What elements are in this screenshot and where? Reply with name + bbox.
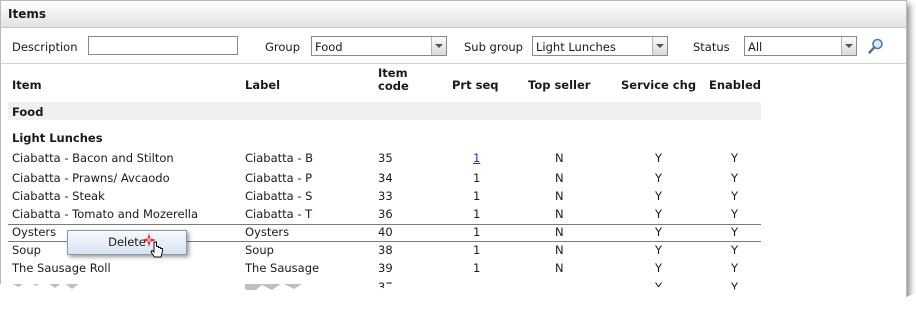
- pointer-hand-cursor-icon: [150, 241, 163, 258]
- subgroup-label: Sub group: [464, 40, 523, 54]
- cell-prt-seq: 1: [473, 225, 481, 239]
- cell-label: Ciabatta - S: [245, 189, 313, 203]
- col-header-service-chg[interactable]: Service chg: [621, 79, 696, 92]
- cell-enabled: Y: [731, 189, 739, 203]
- cell-prt-seq: 1: [473, 171, 481, 185]
- cell-item-code: 33: [378, 189, 393, 203]
- cell-item: Soup: [12, 243, 41, 257]
- cell-item: The Sausage Roll: [12, 261, 111, 275]
- cell-prt-seq: 1: [473, 189, 481, 203]
- cell-top-seller: N: [555, 171, 564, 185]
- cell-enabled: Y: [731, 261, 739, 275]
- cell-enabled: Y: [731, 225, 739, 239]
- cell-item: Oysters: [12, 225, 57, 239]
- status-label: Status: [693, 40, 730, 54]
- subgroup-name: Light Lunches: [12, 131, 103, 145]
- cell-enabled: Y: [731, 207, 739, 221]
- cell-item: Ciabatta - Prawns/ Avcaodo: [12, 171, 170, 185]
- torn-edge: [0, 280, 916, 320]
- group-header-row: Food: [8, 102, 761, 120]
- prt-seq-link[interactable]: 1: [473, 151, 480, 165]
- cell-service-chg: Y: [655, 171, 663, 185]
- chevron-down-icon[interactable]: [652, 37, 667, 55]
- panel-title: Items: [8, 7, 46, 21]
- cell-item-code: 34: [378, 171, 393, 185]
- cell-top-seller: N: [555, 207, 564, 221]
- cell-label: Ciabatta - B: [245, 151, 314, 165]
- cell-enabled: Y: [731, 151, 739, 165]
- cell-service-chg: Y: [655, 151, 663, 165]
- col-header-prt-seq[interactable]: Prt seq: [452, 79, 498, 92]
- cell-item: Ciabatta - Tomato and Mozerella: [12, 207, 199, 221]
- cell-top-seller: N: [555, 243, 564, 257]
- col-header-item-code[interactable]: Item code: [378, 67, 409, 93]
- cell-label: The Sausage: [245, 261, 320, 275]
- cell-prt-seq: 1: [473, 243, 481, 257]
- cell-item-code: 35: [378, 151, 393, 165]
- cell-label: Soup: [245, 243, 274, 257]
- cell-item: Ciabatta - Steak: [12, 189, 105, 203]
- cell-label: Ciabatta - P: [245, 171, 313, 185]
- items-panel: Items Description Group Food Sub group L…: [0, 0, 907, 302]
- cell-top-seller: N: [555, 151, 564, 165]
- context-menu: Delete: [67, 230, 187, 255]
- cell-service-chg: Y: [655, 207, 663, 221]
- cell-service-chg: Y: [655, 261, 663, 275]
- status-select-value: All: [748, 40, 763, 54]
- delete-menu-item[interactable]: Delete: [68, 234, 186, 251]
- cell-label: Ciabatta - T: [245, 207, 313, 221]
- cell-item-code: 38: [378, 243, 393, 257]
- group-select-value: Food: [315, 40, 343, 54]
- cell-item-code: 36: [378, 207, 393, 221]
- panel-titlebar: Items: [1, 1, 906, 28]
- cell-label: Oysters: [245, 225, 290, 239]
- search-icon[interactable]: [867, 37, 885, 55]
- col-header-label[interactable]: Label: [245, 79, 280, 92]
- cell-service-chg: Y: [655, 189, 663, 203]
- group-name: Food: [12, 105, 44, 119]
- cell-item-code: 39: [378, 261, 393, 275]
- cell-item-code: 40: [378, 225, 393, 239]
- col-header-enabled[interactable]: Enabled: [709, 79, 761, 92]
- col-header-top-seller[interactable]: Top seller: [528, 79, 590, 92]
- cell-enabled: Y: [731, 171, 739, 185]
- cell-top-seller: N: [555, 261, 564, 275]
- group-select[interactable]: Food: [311, 36, 447, 56]
- cell-service-chg: Y: [655, 225, 663, 239]
- cell-top-seller: N: [555, 189, 564, 203]
- cell-prt-seq: 1: [473, 207, 481, 221]
- group-label: Group: [265, 40, 301, 54]
- chevron-down-icon[interactable]: [431, 37, 446, 55]
- filter-separator: [1, 63, 906, 64]
- subgroup-select-value: Light Lunches: [536, 40, 616, 54]
- filter-bar: Description Group Food Sub group Light L…: [1, 31, 906, 61]
- status-select[interactable]: All: [744, 36, 857, 56]
- cell-prt-seq: 1: [473, 261, 481, 275]
- cell-top-seller: N: [555, 225, 564, 239]
- cell-item: Ciabatta - Bacon and Stilton: [12, 151, 174, 165]
- cell-enabled: Y: [731, 243, 739, 257]
- description-label: Description: [12, 40, 78, 54]
- col-header-item[interactable]: Item: [12, 79, 42, 92]
- description-input[interactable]: [88, 36, 238, 55]
- subgroup-select[interactable]: Light Lunches: [532, 36, 668, 56]
- chevron-down-icon[interactable]: [841, 37, 856, 55]
- cell-service-chg: Y: [655, 243, 663, 257]
